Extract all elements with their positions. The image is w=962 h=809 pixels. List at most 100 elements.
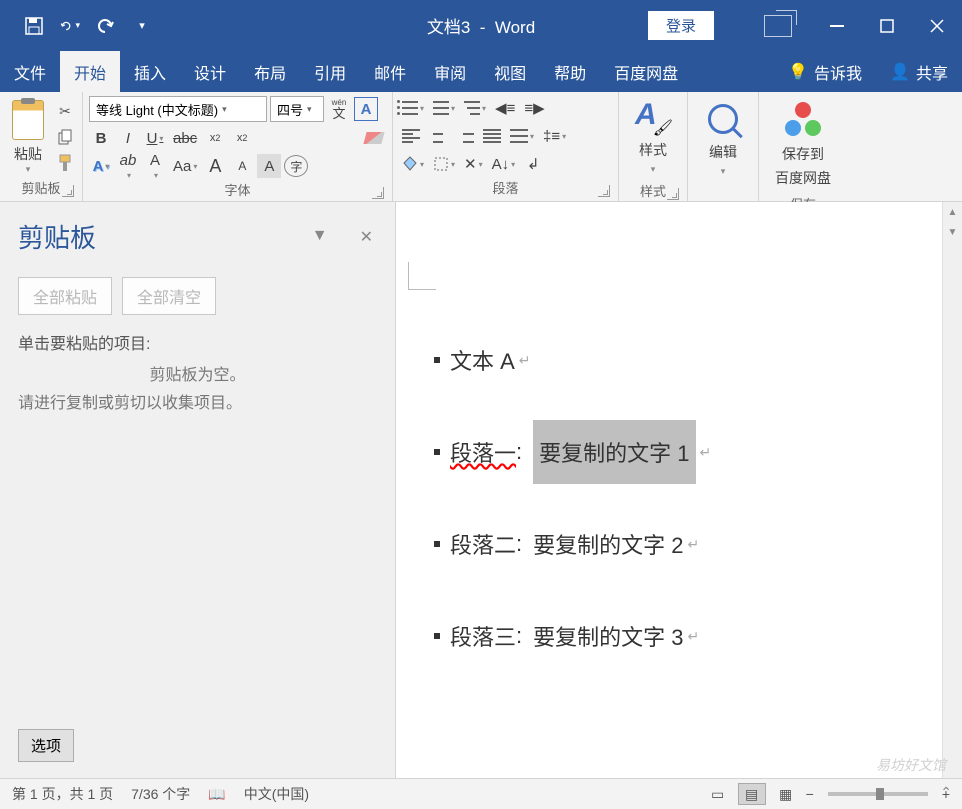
maximize-button[interactable] (862, 0, 912, 51)
window-title: 文档3 - Word (427, 13, 535, 38)
tab-审阅[interactable]: 审阅 (420, 51, 480, 92)
doc-line[interactable]: 段落二: 要复制的文字 2↵ (434, 528, 942, 560)
subscript-button[interactable]: x2 (203, 126, 227, 150)
read-mode-icon[interactable]: ▭ (704, 783, 732, 805)
tab-百度网盘[interactable]: 百度网盘 (600, 51, 692, 92)
superscript-button[interactable]: x2 (230, 126, 254, 150)
styles-launcher-icon[interactable] (667, 188, 679, 200)
phonetic-guide-button[interactable]: wén文 (327, 97, 351, 121)
vertical-scrollbar[interactable]: ▲ ▼ (942, 202, 962, 778)
pane-dropdown-icon[interactable]: ▼ (308, 223, 332, 251)
redo-icon[interactable] (96, 16, 116, 36)
paragraph-launcher-icon[interactable] (598, 185, 610, 197)
underline-button[interactable]: U (143, 126, 167, 150)
italic-button[interactable]: I (116, 126, 140, 150)
save-icon[interactable] (24, 16, 44, 36)
tab-设计[interactable]: 设计 (180, 51, 240, 92)
language-status[interactable]: 中文(中国) (244, 784, 309, 804)
line-spacing-button[interactable]: ‡≡ (540, 124, 569, 148)
cut-icon[interactable]: ✂ (54, 100, 76, 122)
zoom-out-button[interactable]: − (806, 786, 814, 802)
char-scale-button[interactable]: Aa (170, 154, 200, 178)
undo-icon[interactable]: ▾ (60, 16, 80, 36)
shrink-font-button[interactable]: A (230, 154, 254, 178)
strikethrough-button[interactable]: abc (170, 126, 200, 150)
tab-布局[interactable]: 布局 (240, 51, 300, 92)
bold-button[interactable]: B (89, 126, 113, 150)
find-icon (708, 104, 738, 134)
return-icon: ↵ (519, 352, 531, 369)
clipboard-launcher-icon[interactable] (62, 185, 74, 197)
align-left-button[interactable] (399, 124, 423, 148)
scroll-down-icon[interactable]: ▼ (943, 222, 962, 242)
tab-视图[interactable]: 视图 (480, 51, 540, 92)
document-area[interactable]: 文本 A↵ 段落一: 要复制的文字 1↵ 段落二: 要复制的文字 2↵ 段落三: 要复… (396, 202, 962, 778)
char-border-button[interactable]: A (354, 97, 378, 121)
snap-grid-button[interactable]: ✕ (461, 152, 486, 176)
page-status[interactable]: 第 1 页，共 1 页 (12, 784, 113, 804)
editing-button[interactable]: 编辑▾ (694, 96, 752, 181)
text-effect-button[interactable]: A (89, 154, 113, 178)
increase-indent-button[interactable]: ≡▶ (521, 96, 547, 120)
tab-插入[interactable]: 插入 (120, 51, 180, 92)
justify-button[interactable] (480, 124, 504, 148)
show-marks-button[interactable]: ↲ (521, 152, 545, 176)
tell-me-button[interactable]: 💡告诉我 (774, 51, 876, 92)
scroll-up-icon[interactable]: ▲ (943, 202, 962, 222)
format-painter-icon[interactable] (54, 152, 76, 174)
collapse-ribbon-icon[interactable]: ⌃ (940, 784, 952, 801)
doc-line[interactable]: 文本 A↵ (434, 344, 942, 376)
sort-button[interactable]: A↓ (489, 152, 519, 176)
qat-customize-icon[interactable]: ▾ (132, 16, 152, 36)
font-launcher-icon[interactable] (372, 187, 384, 199)
tab-帮助[interactable]: 帮助 (540, 51, 600, 92)
zoom-slider[interactable] (828, 792, 928, 796)
clear-all-button[interactable]: 全部清空 (122, 277, 216, 315)
distribute-button[interactable] (507, 124, 537, 148)
multilevel-button[interactable] (461, 96, 489, 120)
doc-line[interactable]: 段落三: 要复制的文字 3↵ (434, 620, 942, 652)
web-layout-icon[interactable]: ▦ (772, 783, 800, 805)
tab-邮件[interactable]: 邮件 (360, 51, 420, 92)
decrease-indent-button[interactable]: ◀≡ (492, 96, 518, 120)
enclose-char-button[interactable]: 字 (284, 155, 308, 177)
highlight-button[interactable]: ab (116, 154, 140, 178)
ribbon-display-icon[interactable] (764, 15, 792, 37)
tab-文件[interactable]: 文件 (0, 51, 60, 92)
paste-button[interactable]: 粘贴 ▾ (6, 96, 50, 176)
font-name-combo[interactable]: 等线 Light (中文标题)▾ (89, 96, 267, 122)
ribbon: 粘贴 ▾ ✂ 剪贴板 等线 Light (中文标题)▾ 四号▾ wén文 A B… (0, 92, 962, 202)
proofing-icon[interactable]: 📖 (208, 786, 225, 803)
doc-line[interactable]: 段落一: 要复制的文字 1↵ (434, 436, 942, 468)
styles-button[interactable]: A🖌 样式▾ (625, 96, 681, 179)
print-layout-icon[interactable]: ▤ (738, 783, 766, 805)
align-right-button[interactable] (453, 124, 477, 148)
return-icon: ↵ (688, 536, 700, 553)
save-baidu-button[interactable]: 保存到 百度网盘 (765, 96, 841, 192)
title-bar: ▾ ▾ 文档3 - Word 登录 (0, 0, 962, 51)
options-button[interactable]: 选项 (18, 729, 74, 762)
login-button[interactable]: 登录 (648, 11, 714, 40)
eraser-button[interactable] (362, 126, 386, 150)
shading-button[interactable] (399, 152, 427, 176)
tab-开始[interactable]: 开始 (60, 51, 120, 92)
close-button[interactable] (912, 0, 962, 51)
font-color-button[interactable]: A (143, 154, 167, 178)
font-size-combo[interactable]: 四号▾ (270, 96, 324, 122)
pane-close-icon[interactable]: ✕ (356, 223, 377, 251)
borders-button[interactable] (430, 152, 458, 176)
clear-format-button[interactable]: A (257, 154, 281, 178)
paragraph-mark-icon (434, 357, 440, 363)
paste-all-button[interactable]: 全部粘贴 (18, 277, 112, 315)
word-count-status[interactable]: 7/36 个字 (131, 784, 190, 804)
bullets-button[interactable] (399, 96, 427, 120)
paragraph-mark-icon (434, 541, 440, 547)
numbering-button[interactable] (430, 96, 458, 120)
pane-hint-label: 单击要粘贴的项目: (18, 333, 377, 357)
align-center-button[interactable] (426, 124, 450, 148)
minimize-button[interactable] (812, 0, 862, 51)
share-button[interactable]: 👤共享 (876, 51, 962, 92)
tab-引用[interactable]: 引用 (300, 51, 360, 92)
copy-icon[interactable] (54, 126, 76, 148)
grow-font-button[interactable]: A (203, 154, 227, 178)
